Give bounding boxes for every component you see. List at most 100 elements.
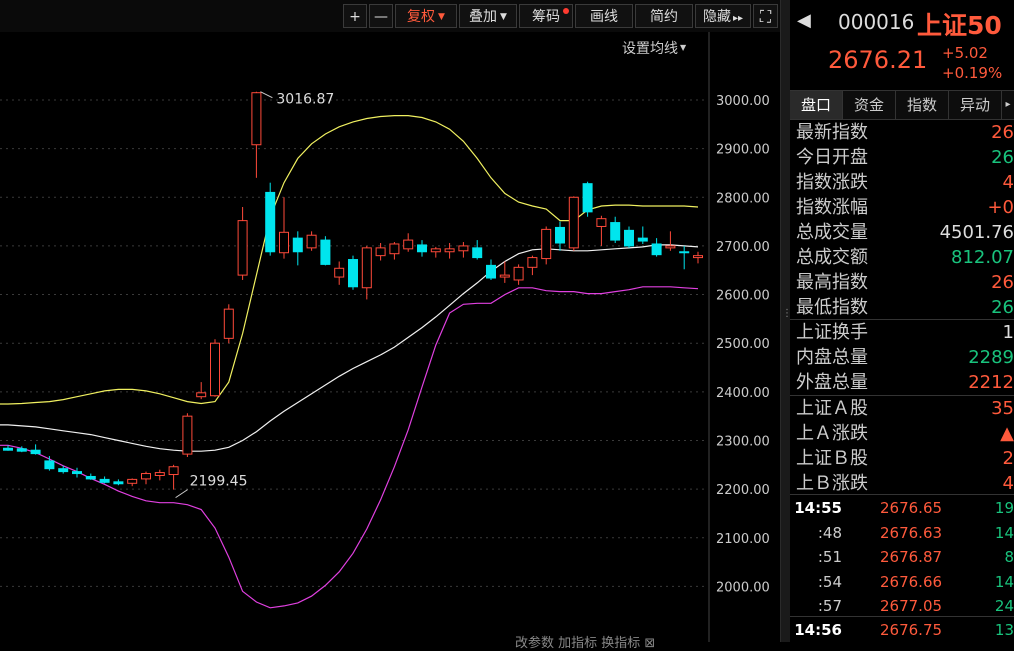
stat-label: 总成交量 <box>796 222 868 243</box>
y-tick-label: 2700.00 <box>716 240 770 255</box>
candle-body <box>624 229 634 247</box>
y-tick-label: 2200.00 <box>716 483 770 498</box>
tick-volume: 14 <box>994 572 1014 591</box>
tick-volume: 8 <box>1004 548 1014 566</box>
candle-body <box>334 267 345 278</box>
candle-body <box>237 220 248 276</box>
panel-divider[interactable] <box>780 0 790 642</box>
stat-label: 最高指数 <box>796 272 868 293</box>
tab-movement[interactable]: 异动 <box>949 91 1002 119</box>
candle-body <box>403 239 414 250</box>
candle-body <box>58 468 69 473</box>
fullscreen-icon[interactable]: ⛶ <box>753 4 778 28</box>
stat-label: 上证Ｂ股 <box>796 448 868 469</box>
kline-chart[interactable]: 3000.00 2900.00 2800.00 2700.00 2600.00 2500.… <box>0 32 780 642</box>
candle-body <box>596 218 607 227</box>
candle-body <box>182 415 193 455</box>
stat-row: 上证Ａ股 35 <box>796 396 1014 421</box>
zoom-in-button[interactable]: + <box>343 4 367 28</box>
stat-label: 最新指数 <box>796 122 868 143</box>
hide-button[interactable]: 隐藏 ▸▸ <box>695 4 751 28</box>
tick-time: :57 <box>817 597 842 615</box>
band-line-lower <box>0 286 699 609</box>
candle-body <box>361 247 372 289</box>
candle-body <box>320 239 331 265</box>
candle-body <box>582 183 593 213</box>
y-tick-label: 2800.00 <box>716 191 770 206</box>
stat-row: 最高指数 26 <box>796 270 1014 295</box>
stat-value: ▲ <box>1000 423 1014 444</box>
y-tick-label: 2900.00 <box>716 143 770 158</box>
chart-toolbar: + — 复权 ▼ 叠加 ▼ 筹码 画线 简约 隐藏 ▸▸ ⛶ <box>0 0 780 32</box>
candle-body <box>513 266 524 281</box>
overlay-label: 叠加 <box>469 9 498 25</box>
tick-price: 2676.87 <box>880 548 943 566</box>
tick-row: 14:56 2676.75 13 <box>790 618 1014 642</box>
back-arrow-icon[interactable]: ◀ <box>797 10 811 31</box>
candle-body <box>72 471 82 475</box>
tick-time: :48 <box>817 523 842 542</box>
stat-value: +0 <box>987 197 1014 218</box>
tab-order-book[interactable]: 盘口 <box>790 91 843 119</box>
stat-value: 1 <box>1002 322 1014 343</box>
tick-row: :48 2676.63 14 <box>790 521 1014 545</box>
chips-button[interactable]: 筹码 <box>519 4 573 28</box>
zoom-out-button[interactable]: — <box>369 4 393 28</box>
candle-body <box>251 92 262 146</box>
candle-body <box>306 234 317 249</box>
candle-body <box>154 472 165 477</box>
stat-label: 最低指数 <box>796 297 868 318</box>
candle-body <box>223 308 234 339</box>
simple-mode-button[interactable]: 简约 <box>635 4 693 28</box>
candle-body <box>568 196 579 249</box>
stat-row: 上证换手 1 <box>796 320 1014 345</box>
stat-row: 上Ｂ涨跌 4 <box>796 471 1014 496</box>
stat-row: 最低指数 26 <box>796 295 1014 320</box>
stat-row: 内盘总量 2289 <box>796 345 1014 370</box>
adjust-rights-button[interactable]: 复权 ▼ <box>395 4 457 28</box>
overlay-button[interactable]: 叠加 ▼ <box>459 4 517 28</box>
candle-body <box>375 247 386 257</box>
stat-label: 外盘总量 <box>796 372 868 393</box>
tab-funds[interactable]: 资金 <box>843 91 896 119</box>
stat-row: 总成交量 4501.76 <box>796 220 1014 245</box>
stat-row: 上Ａ涨跌 ▲ <box>796 421 1014 446</box>
tick-volume: 24 <box>994 597 1014 615</box>
stat-label: 内盘总量 <box>796 347 868 368</box>
stat-row: 最新指数 26 <box>796 120 1014 145</box>
candle-body <box>127 478 138 484</box>
y-tick-label: 2100.00 <box>716 532 770 547</box>
stat-value: 35 <box>991 398 1014 419</box>
candle-body <box>113 481 124 485</box>
tick-price: 2676.63 <box>880 523 943 542</box>
y-tick-label: 2300.00 <box>716 434 770 449</box>
divider <box>790 616 1014 617</box>
tick-price: 2676.66 <box>880 572 943 591</box>
candle-body <box>389 243 400 255</box>
candle-body <box>679 251 690 254</box>
stat-row: 外盘总量 2212 <box>796 370 1014 395</box>
stat-label: 上Ａ涨跌 <box>796 423 868 444</box>
candle-body <box>85 475 96 480</box>
y-tick-label: 2500.00 <box>716 337 770 352</box>
tab-more-icon[interactable]: ▸ <box>1002 91 1014 119</box>
candle-body <box>637 237 648 242</box>
tick-price: 2676.65 <box>880 499 943 517</box>
divider <box>790 494 1014 495</box>
double-arrow-icon: ▸▸ <box>732 13 744 24</box>
stat-label: 上证Ａ股 <box>796 398 868 419</box>
current-price: 2676.21 <box>828 46 928 74</box>
low-label: 2199.45 <box>190 474 248 490</box>
tick-row: :51 2676.87 8 <box>790 545 1014 569</box>
candle-body <box>168 466 179 476</box>
candle-body <box>499 274 510 278</box>
stat-value: 4 <box>1002 473 1014 494</box>
chips-label: 筹码 <box>532 9 560 25</box>
candle-body <box>527 257 538 268</box>
candle-body <box>279 231 289 254</box>
draw-line-button[interactable]: 画线 <box>575 4 633 28</box>
tick-row: :57 2677.05 24 <box>790 594 1014 618</box>
stat-value: 4501.76 <box>939 222 1014 243</box>
tab-index[interactable]: 指数 <box>896 91 949 119</box>
candle-body <box>210 342 220 397</box>
